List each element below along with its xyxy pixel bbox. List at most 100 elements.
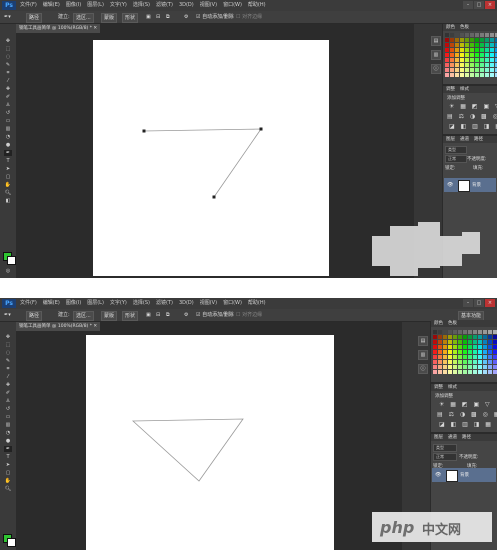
color-swatch[interactable]	[488, 365, 492, 369]
pen-tool-preset-icon[interactable]: ✒▾	[4, 13, 11, 21]
color-swatch[interactable]	[450, 43, 454, 47]
quick-select-tool-icon[interactable]: ✎	[4, 358, 12, 364]
adjustment-icons-row-1[interactable]: ☀ ▦ ◩ ▣ ▽	[439, 401, 492, 408]
color-swatch[interactable]	[478, 340, 482, 344]
color-swatch[interactable]	[445, 63, 449, 67]
color-swatch[interactable]	[470, 53, 474, 57]
color-swatch[interactable]	[488, 345, 492, 349]
minimize-button[interactable]: –	[463, 1, 473, 9]
color-swatch[interactable]	[488, 360, 492, 364]
color-swatch[interactable]	[480, 48, 484, 52]
color-swatch[interactable]	[463, 350, 467, 354]
history-brush-tool-icon[interactable]: ↺	[4, 110, 12, 116]
menu-window[interactable]: 窗口(W)	[223, 0, 242, 11]
maximize-button[interactable]: □	[474, 299, 484, 307]
history-panel-icon[interactable]: ▤	[418, 336, 428, 346]
swatch-grid[interactable]	[445, 33, 497, 77]
align-edges-checkbox[interactable]: ☐ 对齐边缘	[236, 13, 262, 21]
color-swatch[interactable]	[460, 43, 464, 47]
menu-view[interactable]: 视图(V)	[200, 298, 217, 309]
color-swatch[interactable]	[448, 360, 452, 364]
color-swatch[interactable]	[450, 48, 454, 52]
color-swatch[interactable]	[493, 345, 497, 349]
color-swatch[interactable]	[468, 350, 472, 354]
color-swatch[interactable]	[483, 365, 487, 369]
color-swatch[interactable]	[448, 330, 452, 334]
blend-mode-select[interactable]: 正常	[433, 453, 457, 461]
make-selection-button[interactable]: 选区...	[73, 13, 94, 23]
color-swatch[interactable]	[453, 330, 457, 334]
color-swatch[interactable]	[493, 360, 497, 364]
color-swatch[interactable]	[453, 345, 457, 349]
color-swatch[interactable]	[455, 68, 459, 72]
color-swatch[interactable]	[493, 335, 497, 339]
eraser-tool-icon[interactable]: ▭	[4, 414, 12, 420]
color-swatch[interactable]	[490, 68, 494, 72]
color-swatch[interactable]	[433, 355, 437, 359]
color-swatch[interactable]	[473, 345, 477, 349]
path-select-tool-icon[interactable]: ➤	[4, 462, 12, 468]
settings-gear-icon[interactable]: ⚙	[184, 311, 188, 319]
color-swatch[interactable]	[478, 355, 482, 359]
color-swatch[interactable]	[450, 73, 454, 77]
blur-tool-icon[interactable]: ◔	[4, 430, 12, 436]
color-swatch[interactable]	[438, 355, 442, 359]
color-swatch[interactable]	[443, 355, 447, 359]
color-swatch[interactable]	[485, 48, 489, 52]
color-swatch[interactable]	[473, 365, 477, 369]
pen-tool-icon[interactable]: ✒	[4, 150, 12, 156]
tab-adjustments[interactable]: 调整	[446, 86, 455, 93]
color-swatch[interactable]	[480, 53, 484, 57]
path-arrange-icon[interactable]: ⧉	[166, 13, 170, 21]
color-swatch[interactable]	[460, 73, 464, 77]
color-swatch[interactable]	[453, 360, 457, 364]
color-swatch[interactable]	[445, 58, 449, 62]
minimize-button[interactable]: –	[463, 299, 473, 307]
color-swatch[interactable]	[445, 73, 449, 77]
layer-filter-select[interactable]: 类型	[445, 146, 467, 154]
anchor-point[interactable]	[259, 127, 263, 131]
color-swatch[interactable]	[480, 43, 484, 47]
blend-mode-select[interactable]: 正常	[445, 155, 467, 163]
color-swatch[interactable]	[460, 68, 464, 72]
color-swatch[interactable]	[493, 340, 497, 344]
color-swatch[interactable]	[475, 73, 479, 77]
color-swatch[interactable]	[433, 330, 437, 334]
hand-tool-icon[interactable]: ✋	[4, 478, 12, 484]
color-swatch[interactable]	[483, 335, 487, 339]
color-swatch[interactable]	[465, 68, 469, 72]
color-swatch[interactable]	[438, 335, 442, 339]
color-swatch[interactable]	[453, 335, 457, 339]
color-swatch[interactable]	[488, 370, 492, 374]
color-swatch[interactable]	[433, 370, 437, 374]
color-swatch[interactable]	[480, 73, 484, 77]
info-panel-icon[interactable]: ⓘ	[418, 364, 428, 374]
color-swatch[interactable]	[460, 48, 464, 52]
color-swatch[interactable]	[483, 330, 487, 334]
menu-select[interactable]: 选择(S)	[133, 0, 150, 11]
color-swatch[interactable]	[468, 345, 472, 349]
tab-layers[interactable]: 图层	[446, 136, 455, 143]
menu-type[interactable]: 文字(Y)	[110, 298, 127, 309]
tab-color[interactable]: 颜色	[434, 320, 443, 327]
color-swatch[interactable]	[468, 365, 472, 369]
color-swatch[interactable]	[433, 340, 437, 344]
color-swatch[interactable]	[470, 33, 474, 37]
color-swatch[interactable]	[470, 43, 474, 47]
layer-filter-select[interactable]: 类型	[433, 444, 457, 452]
color-swatch[interactable]	[453, 370, 457, 374]
color-swatch[interactable]	[448, 345, 452, 349]
color-swatch[interactable]	[490, 43, 494, 47]
align-edges-checkbox[interactable]: ☐ 对齐边缘	[236, 311, 262, 319]
stamp-tool-icon[interactable]: ♙	[4, 102, 12, 108]
color-swatch[interactable]	[475, 68, 479, 72]
auto-add-delete-checkbox[interactable]: ☑ 自动添加/删除	[196, 311, 234, 319]
color-swatch[interactable]	[478, 365, 482, 369]
color-swatch[interactable]	[488, 330, 492, 334]
move-tool-icon[interactable]: ✥	[4, 38, 12, 44]
color-swatch[interactable]	[463, 370, 467, 374]
color-swatch[interactable]	[465, 58, 469, 62]
color-swatch[interactable]	[475, 48, 479, 52]
hand-tool-icon[interactable]: ✋	[4, 182, 12, 188]
background-color-swatch[interactable]	[7, 256, 16, 265]
